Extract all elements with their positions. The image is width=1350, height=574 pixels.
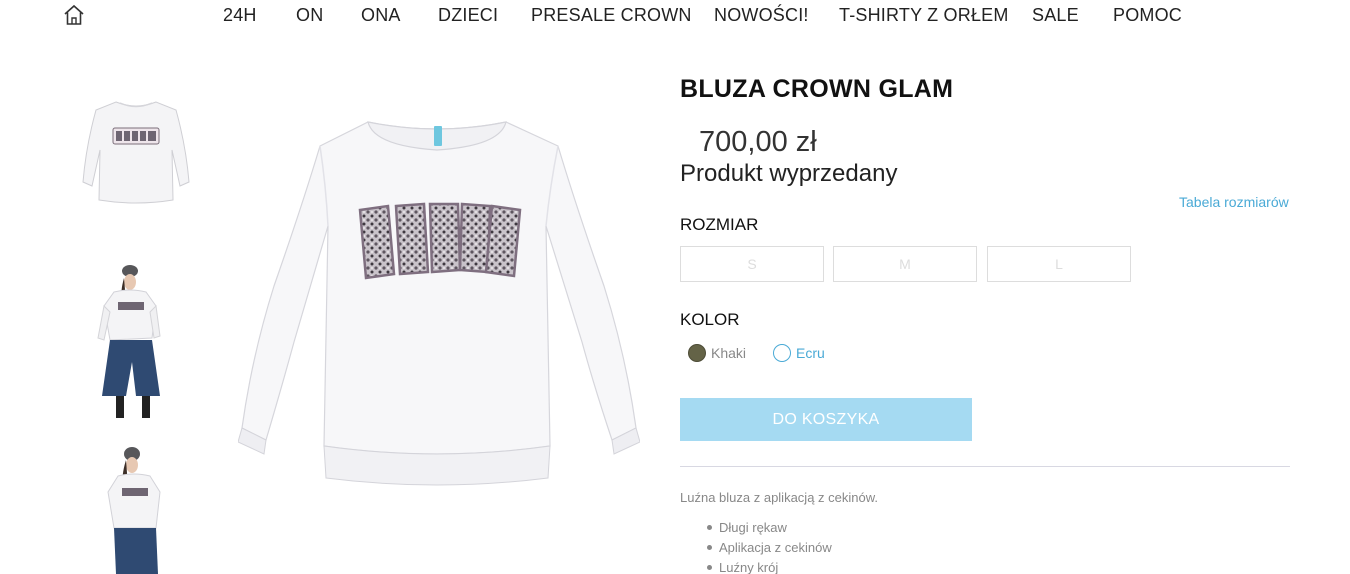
list-item: Długi rękaw bbox=[704, 519, 832, 539]
nav-item-t-shirty[interactable]: T-SHIRTY Z ORŁEM bbox=[839, 5, 1009, 26]
main-menu: 24H ON ONA DZIECI PRESALE CROWN NOWOŚCI!… bbox=[0, 5, 1350, 29]
list-item: Aplikacja z cekinów bbox=[704, 539, 832, 559]
nav-item-24h[interactable]: 24H bbox=[223, 5, 257, 26]
nav-item-sale[interactable]: SALE bbox=[1032, 5, 1079, 26]
color-name: Ecru bbox=[796, 345, 825, 361]
thumbnail-model-side[interactable] bbox=[80, 444, 192, 574]
color-label: KOLOR bbox=[680, 310, 740, 329]
nav-item-dzieci[interactable]: DZIECI bbox=[438, 5, 498, 26]
color-option-ecru[interactable]: Ecru bbox=[773, 343, 825, 363]
main-product-image[interactable] bbox=[237, 106, 641, 491]
product-description: Luźna bluza z aplikacją z cekinów. bbox=[680, 490, 879, 505]
product-price: 700,00 zł bbox=[699, 126, 817, 158]
ecru-swatch-icon bbox=[773, 344, 791, 362]
size-option-s[interactable]: S bbox=[680, 246, 824, 282]
nav-item-ona[interactable]: ONA bbox=[361, 5, 401, 26]
size-chart-link[interactable]: Tabela rozmiarów bbox=[1179, 194, 1289, 210]
nav-item-presale-crown[interactable]: PRESALE CROWN bbox=[531, 5, 692, 26]
nav-item-pomoc[interactable]: POMOC bbox=[1113, 5, 1182, 26]
list-item: Luźny krój bbox=[704, 559, 832, 574]
size-option-l[interactable]: L bbox=[987, 246, 1131, 282]
product-title: BLUZA CROWN GLAM bbox=[680, 75, 954, 103]
thumbnail-model-front[interactable] bbox=[80, 262, 192, 426]
size-option-m[interactable]: M bbox=[833, 246, 977, 282]
thumbnail-product-front[interactable] bbox=[80, 96, 192, 212]
add-to-cart-button[interactable]: DO KOSZYKA bbox=[680, 398, 972, 441]
nav-item-on[interactable]: ON bbox=[296, 5, 323, 26]
availability-status: Produkt wyprzedany bbox=[680, 160, 898, 187]
color-option-khaki[interactable]: Khaki bbox=[688, 343, 746, 363]
khaki-swatch-icon bbox=[688, 344, 706, 362]
feature-list: Długi rękaw Aplikacja z cekinów Luźny kr… bbox=[704, 519, 832, 574]
divider bbox=[680, 466, 1290, 467]
nav-item-nowosci[interactable]: NOWOŚCI! bbox=[714, 5, 809, 26]
color-name: Khaki bbox=[711, 345, 747, 361]
size-label: ROZMIAR bbox=[680, 215, 759, 234]
top-navigation: 24H ON ONA DZIECI PRESALE CROWN NOWOŚCI!… bbox=[0, 0, 1350, 34]
